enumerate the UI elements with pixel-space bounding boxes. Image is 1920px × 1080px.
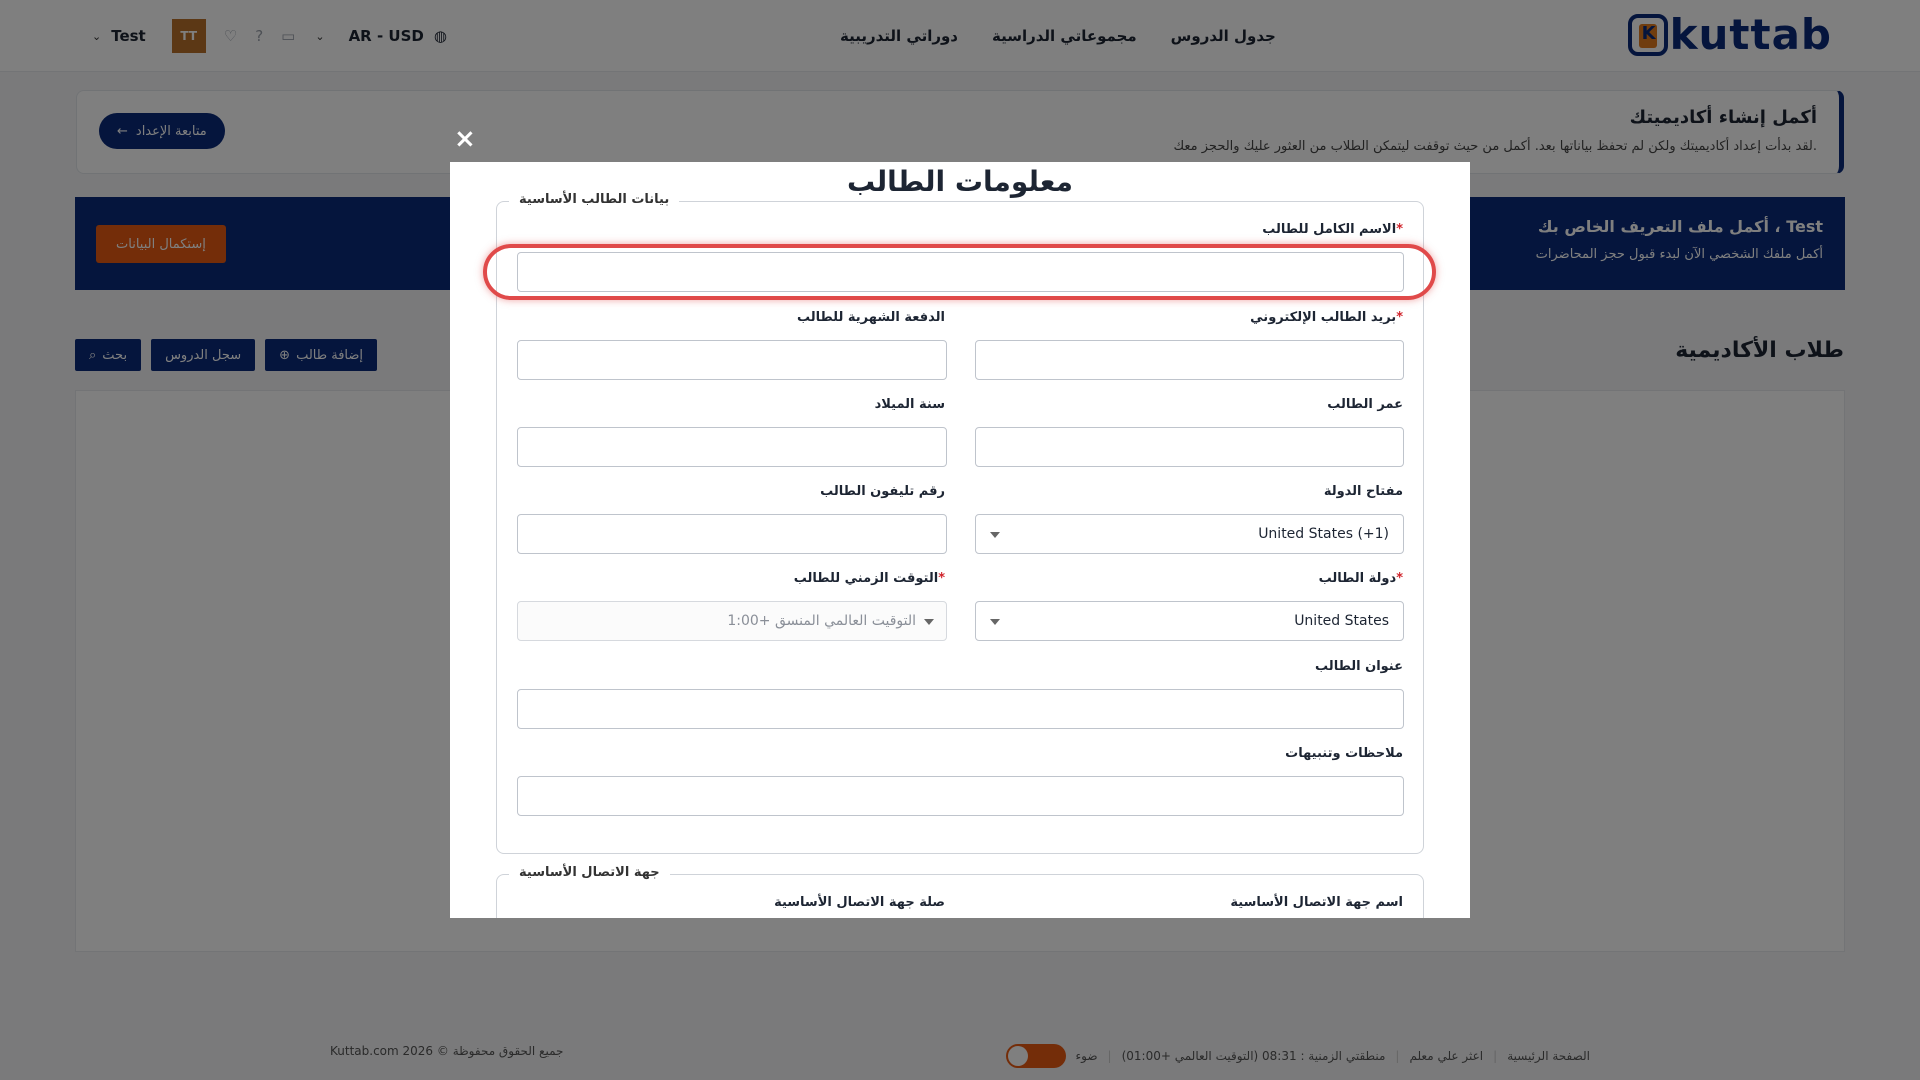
- required-mark: *: [1396, 222, 1403, 237]
- notes-input[interactable]: [517, 776, 1404, 816]
- chevron-down-icon: [990, 619, 1000, 625]
- phone-label: رقم تليفون الطالب: [820, 484, 945, 499]
- timezone-select[interactable]: التوقيت العالمي المنسق +1:00: [517, 601, 947, 641]
- full-name-input[interactable]: [517, 252, 1404, 292]
- birth-year-input[interactable]: [517, 427, 947, 467]
- email-label-text: بريد الطالب الإلكتروني: [1250, 310, 1397, 325]
- contact-relation-label: صلة جهة الاتصال الأساسية: [774, 895, 945, 910]
- country-value: United States: [1294, 613, 1389, 629]
- age-label: عمر الطالب: [1327, 397, 1403, 412]
- notes-label: ملاحظات وتنبيهات: [1285, 746, 1403, 761]
- country-label: *دولة الطالب: [1319, 571, 1403, 586]
- required-mark: *: [938, 571, 945, 586]
- student-info-modal: معلومات الطالب بيانات الطالب الأساسية *ا…: [450, 162, 1470, 918]
- email-label: *بريد الطالب الإلكتروني: [1250, 310, 1403, 325]
- full-name-label-text: الاسم الكامل للطالب: [1262, 222, 1397, 237]
- phone-input[interactable]: [517, 514, 947, 554]
- timezone-label-text: التوقت الزمني للطالب: [793, 571, 939, 586]
- birth-year-label: سنة الميلاد: [874, 397, 945, 412]
- country-select[interactable]: United States: [975, 601, 1404, 641]
- age-input[interactable]: [975, 427, 1404, 467]
- contact-name-label: اسم جهة الاتصال الأساسية: [1230, 895, 1403, 910]
- country-label-text: دولة الطالب: [1318, 571, 1397, 586]
- section-legend-contact: جهة الاتصال الأساسية: [509, 865, 670, 880]
- address-label: عنوان الطالب: [1315, 659, 1403, 674]
- address-input[interactable]: [517, 689, 1404, 729]
- close-icon[interactable]: ×: [454, 126, 476, 152]
- chevron-down-icon: [990, 532, 1000, 538]
- chevron-down-icon: [924, 619, 934, 625]
- country-code-value: United States (+1): [1258, 526, 1389, 542]
- required-mark: *: [1396, 310, 1403, 325]
- full-name-label: *الاسم الكامل للطالب: [1262, 222, 1403, 237]
- monthly-payment-input[interactable]: [517, 340, 947, 380]
- monthly-payment-label: الدفعة الشهرية للطالب: [796, 310, 945, 325]
- timezone-label: *التوقت الزمني للطالب: [794, 571, 945, 586]
- country-code-select[interactable]: United States (+1): [975, 514, 1404, 554]
- primary-contact-section: جهة الاتصال الأساسية اسم جهة الاتصال الأ…: [496, 865, 1424, 918]
- required-mark: *: [1396, 571, 1403, 586]
- timezone-value: التوقيت العالمي المنسق +1:00: [727, 613, 916, 629]
- basic-info-section: بيانات الطالب الأساسية *الاسم الكامل للط…: [496, 192, 1424, 854]
- country-code-label: مفتاح الدولة: [1323, 484, 1403, 499]
- email-input[interactable]: [975, 340, 1404, 380]
- section-legend-basic: بيانات الطالب الأساسية: [509, 192, 680, 207]
